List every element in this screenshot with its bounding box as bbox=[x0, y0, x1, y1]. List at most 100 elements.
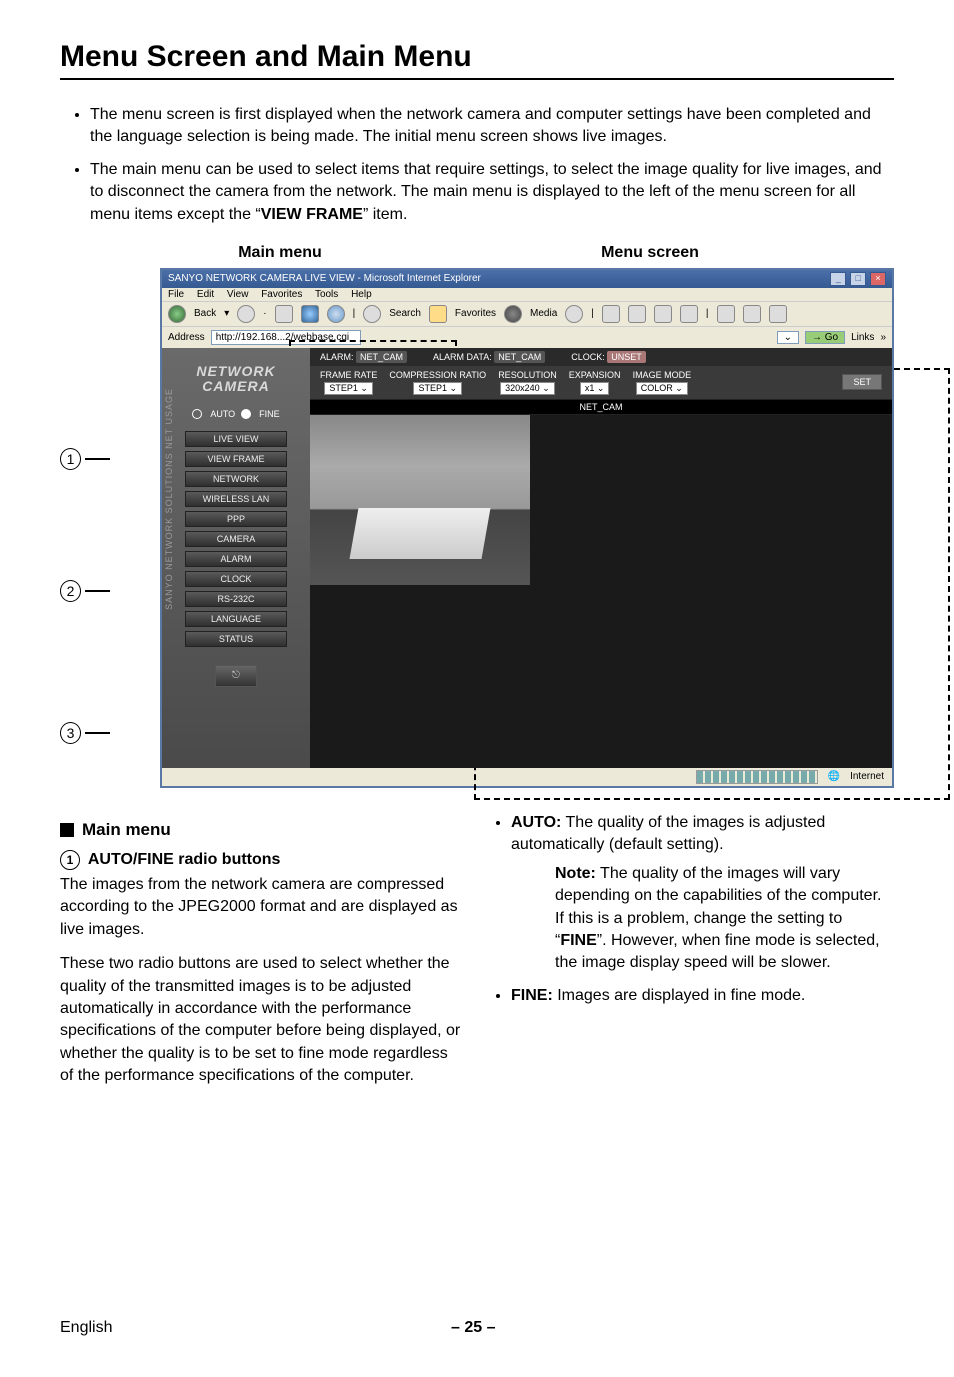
fine-description: FINE: Images are displayed in fine mode. bbox=[511, 985, 894, 1007]
compression-select[interactable]: STEP1 ⌄ bbox=[413, 382, 462, 395]
menu-tools[interactable]: Tools bbox=[315, 289, 338, 300]
window-buttons: _ □ × bbox=[829, 272, 886, 286]
toolbar-sep3: | bbox=[591, 308, 594, 319]
callout-2: 2 bbox=[60, 580, 81, 602]
discuss-icon[interactable] bbox=[680, 305, 698, 323]
image-mode-select[interactable]: COLOR ⌄ bbox=[636, 382, 688, 395]
back-label: Back bbox=[194, 308, 216, 319]
search-icon[interactable] bbox=[363, 305, 381, 323]
forward-icon[interactable] bbox=[237, 305, 255, 323]
history-icon[interactable] bbox=[565, 305, 583, 323]
fine-text: Images are displayed in fine mode. bbox=[553, 987, 806, 1004]
fine-label: FINE: bbox=[511, 987, 553, 1004]
video-title-label: NET_CAM bbox=[310, 399, 892, 415]
main-menu-sidebar: NETWORK CAMERA AUTO FINE LIVE VIEW VIEW … bbox=[162, 348, 310, 768]
alarm-label: ALARM: bbox=[320, 352, 354, 362]
frame-rate-select[interactable]: STEP1 ⌄ bbox=[324, 382, 373, 395]
left-paragraph-1: The images from the network camera are c… bbox=[60, 874, 463, 941]
expansion-select[interactable]: x1 ⌄ bbox=[580, 382, 610, 395]
browser-toolbar: Back ▾ · | Search Favorites Media | bbox=[162, 301, 892, 327]
refresh-icon[interactable] bbox=[301, 305, 319, 323]
sidebar-item-language[interactable]: LANGUAGE bbox=[185, 611, 287, 627]
sidebar-item-clock[interactable]: CLOCK bbox=[185, 571, 287, 587]
intro-b2-post: ” item. bbox=[363, 206, 407, 223]
edit-icon[interactable] bbox=[654, 305, 672, 323]
back-icon[interactable] bbox=[168, 305, 186, 323]
left-column: Main menu 1 AUTO/FINE radio buttons The … bbox=[60, 812, 463, 1100]
live-view-video bbox=[310, 415, 530, 585]
page-content-area: SANYO NETWORK SOLUTIONS NET USAGE NETWOR… bbox=[162, 348, 892, 768]
browser-status-bar: 🌐 Internet bbox=[162, 768, 892, 786]
address-input[interactable]: http://192.168...2/webbase.cgi bbox=[211, 330, 361, 345]
sidebar-item-alarm[interactable]: ALARM bbox=[185, 551, 287, 567]
page-title: Menu Screen and Main Menu bbox=[60, 40, 894, 74]
browser-menubar: File Edit View Favorites Tools Help bbox=[162, 288, 892, 301]
search-label: Search bbox=[389, 308, 421, 319]
sidebar-item-network[interactable]: NETWORK bbox=[185, 471, 287, 487]
main-menu-heading-text: Main menu bbox=[82, 820, 171, 840]
intro-b2-pre: The main menu can be used to select item… bbox=[90, 161, 882, 223]
sidebar-item-wireless-lan[interactable]: WIRELESS LAN bbox=[185, 491, 287, 507]
maximize-icon[interactable]: □ bbox=[850, 272, 866, 286]
resolution-label: RESOLUTION bbox=[498, 370, 557, 380]
home-icon[interactable] bbox=[327, 305, 345, 323]
intro-b2-bold: VIEW FRAME bbox=[261, 206, 363, 223]
go-button[interactable]: → Go bbox=[805, 331, 845, 344]
lead-line-2 bbox=[85, 590, 110, 592]
stop-icon[interactable] bbox=[275, 305, 293, 323]
square-bullet-icon bbox=[60, 823, 74, 837]
links-label[interactable]: Links bbox=[851, 332, 874, 343]
media-icon[interactable] bbox=[504, 305, 522, 323]
menu-view[interactable]: View bbox=[227, 289, 249, 300]
sidebar-item-view-frame[interactable]: VIEW FRAME bbox=[185, 451, 287, 467]
menu-help[interactable]: Help bbox=[351, 289, 372, 300]
minimize-icon[interactable]: _ bbox=[830, 272, 846, 286]
extra-icon-1[interactable] bbox=[717, 305, 735, 323]
lead-line-1 bbox=[85, 458, 110, 460]
menu-edit[interactable]: Edit bbox=[197, 289, 214, 300]
menu-file[interactable]: File bbox=[168, 289, 184, 300]
close-icon[interactable]: × bbox=[870, 272, 886, 286]
page-footer: English – 25 – bbox=[60, 1319, 894, 1337]
favorites-icon[interactable] bbox=[429, 305, 447, 323]
extra-icon-3[interactable] bbox=[769, 305, 787, 323]
back-dropdown-icon[interactable]: ▾ bbox=[224, 308, 229, 319]
print-icon[interactable] bbox=[628, 305, 646, 323]
intro-bullet-2: The main menu can be used to select item… bbox=[90, 159, 894, 226]
media-label: Media bbox=[530, 308, 557, 319]
browser-window: SANYO NETWORK CAMERA LIVE VIEW - Microso… bbox=[160, 268, 894, 788]
resolution-select[interactable]: 320x240 ⌄ bbox=[500, 382, 555, 395]
alarm-data-value: NET_CAM bbox=[494, 351, 545, 363]
frame-rate-label: FRAME RATE bbox=[320, 370, 377, 380]
extra-icon-2[interactable] bbox=[743, 305, 761, 323]
links-chevron-icon[interactable]: » bbox=[880, 332, 886, 343]
note-bold: FINE bbox=[560, 932, 596, 949]
zone-icon: 🌐 bbox=[828, 771, 840, 782]
auto-radio[interactable] bbox=[192, 409, 202, 419]
sidebar-item-ppp[interactable]: PPP bbox=[185, 511, 287, 527]
auto-label: AUTO: bbox=[511, 814, 561, 831]
sidebar-item-live-view[interactable]: LIVE VIEW bbox=[185, 431, 287, 447]
image-mode-label: IMAGE MODE bbox=[633, 370, 692, 380]
progress-indicator bbox=[696, 770, 818, 784]
note-text-post: ”. However, when fine mode is selected, … bbox=[555, 932, 880, 971]
disconnect-icon[interactable]: ⎋ bbox=[215, 665, 257, 687]
sidebar-item-rs232c[interactable]: RS-232C bbox=[185, 591, 287, 607]
mail-icon[interactable] bbox=[602, 305, 620, 323]
lead-line-3 bbox=[85, 732, 110, 734]
auto-description: AUTO: The quality of the images is adjus… bbox=[511, 812, 894, 975]
compression-label: COMPRESSION RATIO bbox=[389, 370, 486, 380]
set-button[interactable]: SET bbox=[842, 374, 882, 390]
right-column: AUTO: The quality of the images is adjus… bbox=[491, 812, 894, 1100]
title-underline bbox=[60, 78, 894, 80]
video-frame bbox=[310, 415, 892, 768]
intro-bullet-list: The menu screen is first displayed when … bbox=[60, 104, 894, 226]
left-paragraph-2: These two radio buttons are used to sele… bbox=[60, 953, 463, 1087]
address-dropdown-icon[interactable]: ⌄ bbox=[777, 331, 799, 344]
menu-favorites[interactable]: Favorites bbox=[261, 289, 302, 300]
callout-3: 3 bbox=[60, 722, 81, 744]
fine-radio[interactable] bbox=[241, 409, 251, 419]
sidebar-item-camera[interactable]: CAMERA bbox=[185, 531, 287, 547]
footer-page-number: – 25 – bbox=[451, 1319, 495, 1337]
sidebar-item-status[interactable]: STATUS bbox=[185, 631, 287, 647]
